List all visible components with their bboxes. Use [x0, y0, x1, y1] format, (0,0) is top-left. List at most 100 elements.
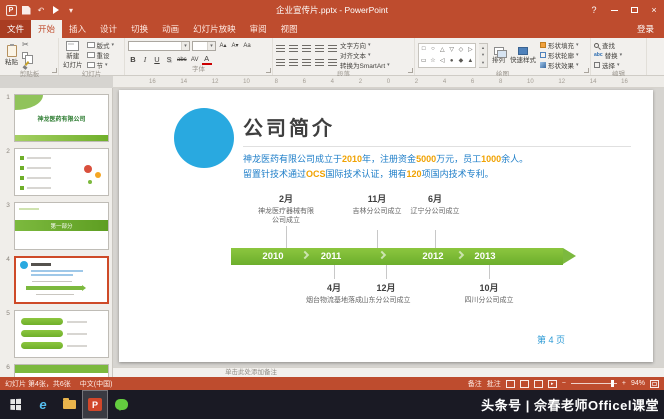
undo-button[interactable]: ↶: [35, 3, 47, 17]
customize-qat-button[interactable]: ▾: [65, 3, 77, 17]
close-button[interactable]: ×: [644, 0, 664, 20]
text-direction-button[interactable]: 文字方向 ▾: [340, 40, 390, 50]
bold-button[interactable]: B: [128, 54, 138, 65]
tab-animations[interactable]: 动画: [155, 20, 186, 38]
tab-file[interactable]: 文件: [0, 20, 32, 38]
underline-button[interactable]: U: [152, 54, 162, 65]
start-slideshow-button[interactable]: [50, 3, 62, 17]
thumbnail-preview[interactable]: [14, 364, 109, 377]
thumbnail-slide-4-selected[interactable]: 4: [2, 256, 109, 304]
copy-button[interactable]: [22, 50, 33, 64]
arrange-button[interactable]: 排列: [491, 40, 507, 70]
slide-body-text[interactable]: 神龙医药有限公司成立于2010年，注册资金5000万元，员工1000余人。 留置…: [243, 152, 645, 181]
shape-arrow-icon[interactable]: ▷: [468, 46, 473, 53]
notes-toggle-button[interactable]: 备注: [468, 379, 482, 389]
convert-smartart-button[interactable]: 转换为SmartArt ▾: [340, 60, 390, 70]
minimize-button[interactable]: [604, 0, 624, 20]
section-button[interactable]: 节 ▾: [86, 60, 115, 70]
timeline-event-bottom-2[interactable]: 12月 山东分公司成立: [357, 281, 415, 305]
tab-transitions[interactable]: 切换: [124, 20, 155, 38]
shape-diamond-icon[interactable]: ◇: [459, 46, 464, 53]
thumbnail-preview[interactable]: [14, 148, 109, 196]
thumbnail-preview[interactable]: 神龙医药有限公司: [14, 94, 109, 142]
normal-view-button[interactable]: [505, 379, 515, 388]
increase-indent-icon[interactable]: [315, 44, 324, 52]
start-button[interactable]: [0, 390, 30, 419]
columns-icon[interactable]: [328, 58, 337, 66]
shape-outline-button[interactable]: 形状轮廓 ▾: [540, 50, 579, 60]
shape-rect-icon[interactable]: □: [422, 46, 426, 52]
font-color-button[interactable]: A: [201, 54, 212, 65]
language-indicator[interactable]: 中文(中国): [80, 379, 113, 389]
format-painter-button[interactable]: [22, 60, 31, 70]
change-case-button[interactable]: Aa: [242, 40, 252, 51]
sign-in-link[interactable]: 登录: [637, 20, 664, 38]
gallery-down-icon[interactable]: ▾: [482, 52, 484, 58]
thumbnail-preview[interactable]: 第一部分: [14, 202, 109, 250]
gallery-more-icon[interactable]: ▾: [482, 60, 484, 66]
save-button[interactable]: [20, 3, 32, 17]
align-center-icon[interactable]: [289, 58, 298, 66]
timeline-event-top-1[interactable]: 2月 神龙医疗器械有限公司成立: [257, 192, 315, 225]
align-left-icon[interactable]: [276, 58, 285, 66]
zoom-slider-knob[interactable]: [610, 380, 614, 387]
layout-button[interactable]: 版式 ▾: [86, 40, 114, 50]
taskbar-file-explorer[interactable]: [56, 390, 82, 419]
fit-slide-to-window-button[interactable]: [650, 379, 659, 388]
justify-icon[interactable]: [315, 58, 324, 66]
bullets-icon[interactable]: [276, 44, 285, 52]
shape-star-icon[interactable]: ☆: [430, 57, 435, 64]
clipboard-dialog-launcher[interactable]: [52, 68, 57, 73]
zoom-out-button[interactable]: −: [562, 380, 566, 387]
font-name-combobox[interactable]: ▾: [128, 40, 190, 51]
gallery-up-icon[interactable]: ▴: [482, 45, 484, 51]
shape-diamond-filled-icon[interactable]: ◆: [459, 57, 464, 64]
thumbnail-preview[interactable]: [14, 256, 109, 304]
select-button[interactable]: 选择 ▾: [594, 60, 622, 70]
font-size-combobox[interactable]: ▾: [192, 40, 216, 51]
line-spacing-icon[interactable]: [328, 44, 337, 52]
tab-insert[interactable]: 插入: [62, 20, 93, 38]
tab-view[interactable]: 视图: [274, 20, 305, 38]
font-dialog-launcher[interactable]: [266, 68, 271, 73]
shape-triangle-filled-icon[interactable]: ▲: [467, 58, 473, 64]
shape-triangle-icon[interactable]: △: [440, 46, 445, 53]
shapes-gallery[interactable]: □ ○ △ ▽ ◇ ▷ ▭ ☆ ◁ ● ◆ ▲: [418, 42, 476, 68]
increase-font-button[interactable]: A▴: [218, 40, 228, 51]
quick-styles-button[interactable]: 快速样式: [509, 40, 537, 70]
slide-title[interactable]: 公司简介: [243, 112, 335, 141]
thumbnail-preview[interactable]: [14, 310, 109, 358]
zoom-slider[interactable]: [570, 380, 617, 387]
thumbnail-slide-2[interactable]: 2: [2, 148, 109, 196]
thumbnail-slide-6[interactable]: 6: [2, 364, 109, 377]
tab-design[interactable]: 设计: [93, 20, 124, 38]
timeline-event-bottom-1[interactable]: 4月 烟台物流基地落成: [305, 281, 363, 305]
drawing-dialog-launcher[interactable]: [584, 68, 589, 73]
numbering-icon[interactable]: [289, 44, 298, 52]
shape-dot-icon[interactable]: ●: [450, 58, 454, 64]
restore-button[interactable]: [624, 0, 644, 20]
taskbar-wechat[interactable]: [108, 390, 134, 419]
help-button[interactable]: ?: [584, 0, 604, 20]
character-spacing-button[interactable]: AV: [190, 54, 200, 65]
new-slide-button[interactable]: 新建 幻灯片: [62, 40, 84, 70]
slideshow-view-button[interactable]: ▸: [547, 379, 557, 388]
shape-arrow-left-icon[interactable]: ◁: [440, 57, 445, 64]
tab-home[interactable]: 开始: [31, 20, 63, 38]
decrease-font-button[interactable]: A▾: [230, 40, 240, 51]
blue-circle-shape[interactable]: [174, 108, 234, 168]
italic-button[interactable]: I: [140, 54, 150, 65]
paste-button[interactable]: 粘贴: [4, 40, 19, 70]
slide-sorter-view-button[interactable]: [519, 379, 529, 388]
thumbnail-slide-5[interactable]: 5: [2, 310, 109, 358]
shape-triangle-down-icon[interactable]: ▽: [449, 46, 454, 53]
zoom-in-button[interactable]: +: [622, 380, 626, 387]
reading-view-button[interactable]: [533, 379, 543, 388]
decrease-indent-icon[interactable]: [302, 44, 311, 52]
reset-button[interactable]: 重设: [86, 50, 115, 60]
replace-button[interactable]: abc 替换 ▾: [594, 50, 622, 60]
tab-review[interactable]: 审阅: [243, 20, 274, 38]
shapes-gallery-scroll[interactable]: ▴ ▾ ▾: [479, 42, 488, 68]
timeline-event-top-3[interactable]: 6月 辽宁分公司成立: [406, 192, 464, 216]
timeline-event-top-2[interactable]: 11月 吉林分公司成立: [348, 192, 406, 216]
